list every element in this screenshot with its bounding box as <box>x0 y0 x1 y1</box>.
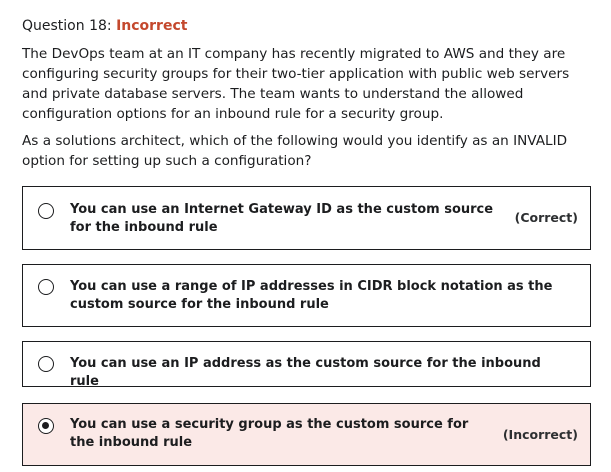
answer-option-3[interactable]: You can use an IP address as the custom … <box>22 341 591 389</box>
radio-button-icon[interactable] <box>38 203 54 219</box>
correct-answer-marker: (Correct) <box>514 210 578 225</box>
answer-option-2[interactable]: You can use a range of IP addresses in C… <box>22 264 591 327</box>
result-status: Incorrect <box>116 18 188 34</box>
radio-button-selected-icon[interactable] <box>38 418 54 434</box>
question-number: Question 18: <box>22 18 112 34</box>
question-paragraph-ask: As a solutions architect, which of the f… <box>22 133 568 169</box>
answer-option-4[interactable]: You can use a security group as the cust… <box>22 403 591 466</box>
answer-option-label: You can use a security group as the cust… <box>70 417 469 450</box>
radio-button-icon[interactable] <box>38 279 54 295</box>
answer-option-label: You can use a range of IP addresses in C… <box>70 279 553 312</box>
radio-button-icon[interactable] <box>38 356 54 372</box>
question-paragraph-context: The DevOps team at an IT company has rec… <box>22 46 570 122</box>
answer-option-1[interactable]: You can use an Internet Gateway ID as th… <box>22 186 591 250</box>
answer-option-label: You can use an IP address as the custom … <box>70 356 541 389</box>
answer-option-label: You can use an Internet Gateway ID as th… <box>70 202 494 235</box>
question-prompt: The DevOps team at an IT company has rec… <box>22 44 594 171</box>
incorrect-answer-marker: (Incorrect) <box>502 427 578 442</box>
question-header: Question 18: Incorrect <box>22 16 187 36</box>
